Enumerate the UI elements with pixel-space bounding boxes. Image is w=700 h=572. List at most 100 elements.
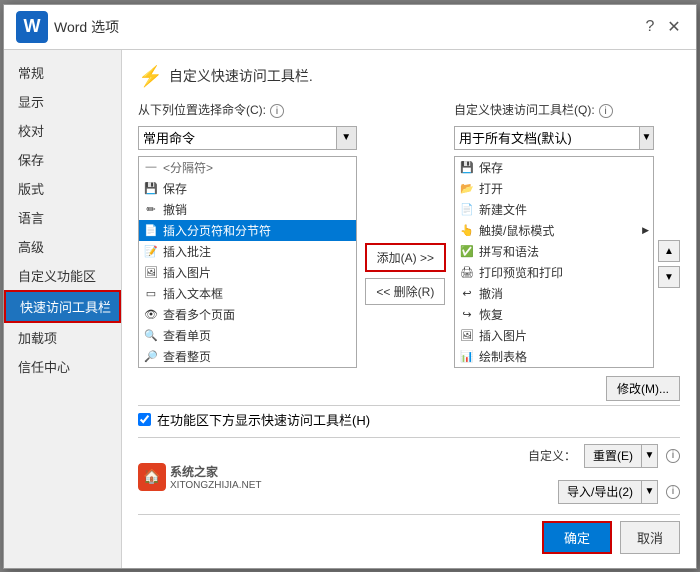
right-item-label: 绘制表格 — [479, 348, 527, 365]
list-item-insert-page[interactable]: 📄 插入分页符和分节符 — [139, 220, 356, 241]
list-item-find[interactable]: 🔍 查找 — [139, 367, 356, 368]
right-item-spell[interactable]: ✅ 拼写和语法 — [455, 241, 653, 262]
panels-row: 从下列位置选择命令(C): i ▼ — <分隔符> — [138, 101, 680, 368]
sidebar-item-addins[interactable]: 加载项 — [4, 323, 121, 352]
watermark-area: 🏠 系统之家 XITONGZHIJIA.NET — [138, 463, 262, 491]
add-button[interactable]: 添加(A) >> — [365, 243, 446, 272]
import-export-dropdown-btn[interactable]: 导入/导出(2) ▼ — [558, 480, 658, 504]
logo-area: 🏠 系统之家 XITONGZHIJIA.NET — [138, 463, 262, 491]
list-item-save[interactable]: 💾 保存 — [139, 178, 356, 199]
redo-icon-r: ↪ — [459, 306, 475, 322]
sidebar-item-general[interactable]: 常规 — [4, 58, 121, 87]
right-combo-input[interactable] — [455, 130, 639, 145]
right-panel-label: 自定义快速访问工具栏(Q): — [454, 101, 595, 118]
logo-house-icon: 🏠 — [138, 463, 166, 491]
left-combo-box[interactable]: ▼ — [138, 126, 357, 150]
import-export-arrow[interactable]: ▼ — [641, 481, 657, 503]
sidebar-item-save[interactable]: 保存 — [4, 145, 121, 174]
right-info-icon[interactable]: i — [599, 104, 613, 118]
sidebar-item-trust-center[interactable]: 信任中心 — [4, 352, 121, 381]
list-item-insert-picture[interactable]: 🖼 插入图片 — [139, 262, 356, 283]
right-item-undo[interactable]: ↩ 撤消 — [455, 283, 653, 304]
right-list-box[interactable]: 💾 保存 📂 打开 📄 新建文件 — [454, 156, 654, 368]
sidebar-item-customize-ribbon[interactable]: 自定义功能区 — [4, 261, 121, 290]
sidebar-item-language[interactable]: 语言 — [4, 203, 121, 232]
list-item-undo-small[interactable]: ✏ 撤销 — [139, 199, 356, 220]
sidebar-item-quick-access[interactable]: 快速访问工具栏 — [4, 290, 121, 323]
logo-url: XITONGZHIJIA.NET — [170, 480, 262, 491]
cancel-button[interactable]: 取消 — [620, 521, 680, 554]
list-item-view-single[interactable]: 🔍 查看单页 — [139, 325, 356, 346]
import-info-icon[interactable]: i — [666, 485, 680, 499]
right-item-touch[interactable]: 👆 触摸/鼠标模式 ▶ — [455, 220, 653, 241]
reset-dropdown-btn[interactable]: 重置(E) ▼ — [584, 444, 658, 468]
right-item-draw-table[interactable]: 📊 绘制表格 — [455, 346, 653, 367]
bottom-section: 修改(M)... 在功能区下方显示快速访问工具栏(H) 🏠 — [138, 376, 680, 554]
reset-dropdown-arrow[interactable]: ▼ — [641, 445, 657, 467]
list-item-separator[interactable]: — <分隔符> — [139, 157, 356, 178]
sidebar-item-advanced[interactable]: 高级 — [4, 232, 121, 261]
right-item-print[interactable]: 🖨 打印预览和打印 — [455, 262, 653, 283]
list-item-view-full[interactable]: 🔎 查看整页 — [139, 346, 356, 367]
close-button[interactable]: ✕ — [664, 17, 684, 37]
right-combo-box[interactable]: ▼ — [454, 126, 654, 150]
show-below-ribbon-checkbox[interactable] — [138, 413, 151, 426]
submenu-arrow-r: ▶ — [642, 225, 649, 236]
right-item-label: 撤消 — [479, 285, 503, 302]
help-button[interactable]: ? — [640, 17, 660, 37]
word-logo: W — [16, 11, 48, 43]
right-item-insert-picture[interactable]: 🖼 插入图片 — [455, 325, 653, 346]
open-icon-r: 📂 — [459, 180, 475, 196]
left-panel-label: 从下列位置选择命令(C): — [138, 101, 266, 118]
right-item-save[interactable]: 💾 保存 — [455, 157, 653, 178]
list-item-view-pages[interactable]: 👁 查看多个页面 — [139, 304, 356, 325]
left-panel: 从下列位置选择命令(C): i ▼ — <分隔符> — [138, 101, 357, 368]
sidebar-item-proofing[interactable]: 校对 — [4, 116, 121, 145]
title-bar-left: W Word 选项 — [16, 11, 119, 43]
down-arrow-button[interactable]: ▼ — [658, 266, 680, 288]
list-item-insert-textbox[interactable]: ▭ 插入文本框 — [139, 283, 356, 304]
spell-icon-r: ✅ — [459, 243, 475, 259]
ok-button[interactable]: 确定 — [542, 521, 612, 554]
list-item-label: 保存 — [163, 180, 187, 197]
import-export-row: 导入/导出(2) ▼ i — [558, 480, 680, 504]
title-bar: W Word 选项 ? ✕ — [4, 5, 696, 50]
import-export-label: 导入/导出(2) — [559, 483, 641, 500]
left-info-icon[interactable]: i — [270, 104, 284, 118]
left-list-box[interactable]: — <分隔符> 💾 保存 ✏ 撤销 — [138, 156, 357, 368]
list-item-insert-comment[interactable]: 📝 插入批注 — [139, 241, 356, 262]
view-full-icon: 🔎 — [143, 348, 159, 364]
textbox-icon: ▭ — [143, 285, 159, 301]
dialog-body: 常规 显示 校对 保存 版式 语言 高级 自定义功能区 快速访问工具栏 加载项 … — [4, 50, 696, 568]
sidebar-item-layout[interactable]: 版式 — [4, 174, 121, 203]
right-item-insert-textbox[interactable]: ▭ 插入文本框 — [455, 367, 653, 368]
left-combo-input[interactable] — [139, 130, 336, 145]
remove-button[interactable]: << 删除(R) — [365, 278, 445, 305]
right-panel: 自定义快速访问工具栏(Q): i ▼ 💾 保存 — [454, 101, 654, 368]
right-item-label: 保存 — [479, 159, 503, 176]
list-item-label: <分隔符> — [163, 159, 213, 176]
sidebar-item-display[interactable]: 显示 — [4, 87, 121, 116]
checkbox-label[interactable]: 在功能区下方显示快速访问工具栏(H) — [157, 410, 370, 429]
right-item-label: 打开 — [479, 180, 503, 197]
quick-access-icon: ⚡ — [138, 64, 163, 89]
right-item-redo[interactable]: ↪ 恢复 — [455, 304, 653, 325]
up-arrow-button[interactable]: ▲ — [658, 240, 680, 262]
right-combo-dropdown[interactable]: ▼ — [639, 127, 653, 149]
right-item-open[interactable]: 📂 打开 — [455, 178, 653, 199]
right-item-label: 插入图片 — [479, 327, 527, 344]
save-icon-r: 💾 — [459, 159, 475, 175]
list-item-label: 查看单页 — [163, 327, 211, 344]
undo-icon-r: ↩ — [459, 285, 475, 301]
sidebar: 常规 显示 校对 保存 版式 语言 高级 自定义功能区 快速访问工具栏 加载项 … — [4, 50, 122, 568]
list-item-label: 撤销 — [163, 201, 187, 218]
left-combo-dropdown[interactable]: ▼ — [336, 127, 356, 149]
modify-button[interactable]: 修改(M)... — [606, 376, 680, 401]
right-item-new[interactable]: 📄 新建文件 — [455, 199, 653, 220]
section-title: 自定义快速访问工具栏. — [169, 66, 313, 86]
new-icon-r: 📄 — [459, 201, 475, 217]
sep1 — [138, 405, 680, 406]
list-item-label: 插入图片 — [163, 264, 211, 281]
reset-info-icon[interactable]: i — [666, 449, 680, 463]
picture-icon: 🖼 — [143, 264, 159, 280]
